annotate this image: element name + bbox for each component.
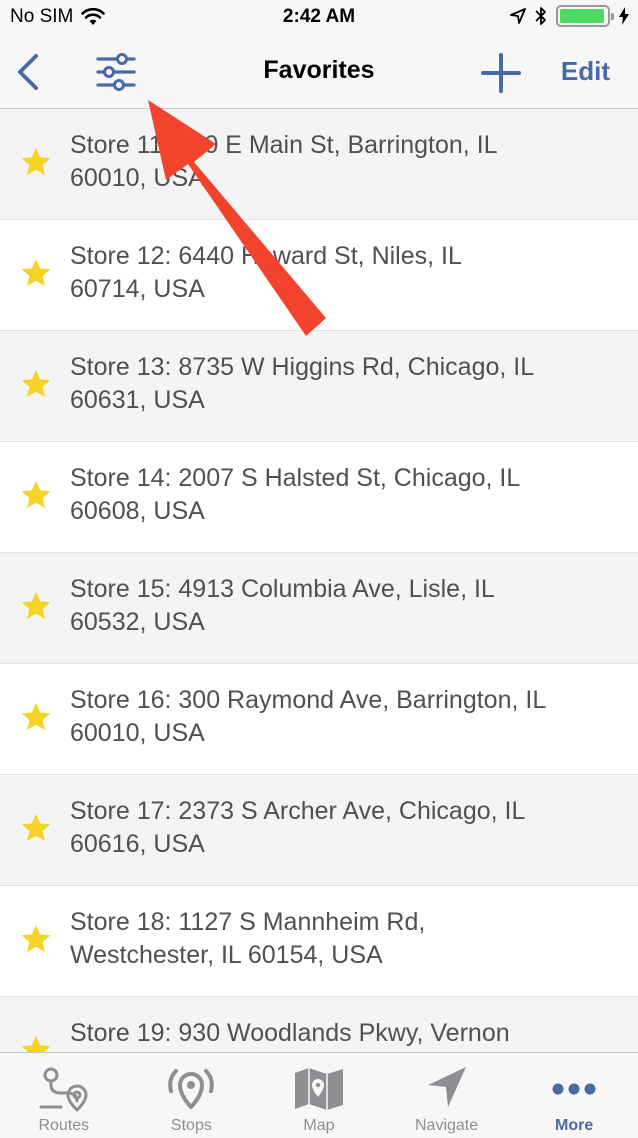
favorite-address: Store 19: 930 Woodlands Pkwy, Vernon — [70, 1019, 510, 1047]
list-item[interactable]: Store 19: 930 Woodlands Pkwy, Vernon — [0, 997, 638, 1052]
tab-map[interactable]: Map — [255, 1053, 383, 1138]
tab-label: Navigate — [415, 1117, 479, 1134]
map-icon — [294, 1068, 343, 1110]
more-dots-icon — [552, 1083, 596, 1095]
tab-label: Routes — [38, 1117, 90, 1134]
favorite-address: Store 12: 6440 Howard St, Niles, IL 60714… — [70, 242, 462, 303]
tab-more[interactable]: More — [510, 1053, 638, 1138]
favorite-address: Store 18: 1127 S Mannheim Rd, Westchester… — [70, 908, 426, 969]
favorite-address: Store 14: 2007 S Halsted St, Chicago, IL… — [70, 464, 521, 525]
star-icon — [21, 925, 51, 952]
star-icon — [21, 148, 51, 175]
favorite-address: Store 13: 8735 W Higgins Rd, Chicago, IL… — [70, 353, 535, 414]
star-icon — [21, 1036, 51, 1052]
list-item[interactable]: Store 15: 4913 Columbia Ave, Lisle, IL 60… — [0, 553, 638, 664]
tab-label: More — [555, 1117, 594, 1134]
list-item[interactable]: Store 18: 1127 S Mannheim Rd, Westchester… — [0, 886, 638, 997]
bluetooth-icon — [535, 7, 546, 25]
navigation-bar: Favorites Edit — [0, 36, 638, 109]
status-right — [510, 5, 630, 27]
favorite-address: Store 16: 300 Raymond Ave, Barrington, I… — [70, 686, 547, 747]
navigate-icon — [427, 1067, 466, 1107]
star-icon — [21, 259, 51, 286]
status-bar: No SIM 2:42 AM — [0, 0, 638, 36]
list-item[interactable]: Store 13: 8735 W Higgins Rd, Chicago, IL… — [0, 331, 638, 442]
star-icon — [21, 481, 51, 508]
location-arrow-icon — [510, 8, 526, 24]
list-item[interactable]: Store 11: 600 E Main St, Barrington, IL 6… — [0, 109, 638, 220]
star-icon — [21, 703, 51, 730]
tab-stops[interactable]: Stops — [128, 1053, 256, 1138]
routes-icon — [39, 1067, 88, 1112]
list-item[interactable]: Store 16: 300 Raymond Ave, Barrington, I… — [0, 664, 638, 775]
star-icon — [21, 814, 51, 841]
edit-button[interactable]: Edit — [561, 56, 610, 87]
tab-routes[interactable]: Routes — [0, 1053, 128, 1138]
favorite-address: Store 15: 4913 Columbia Ave, Lisle, IL 60… — [70, 575, 495, 636]
tab-label: Stops — [170, 1117, 212, 1134]
tab-label: Map — [303, 1117, 335, 1134]
star-icon — [21, 370, 51, 397]
star-icon — [21, 592, 51, 619]
stops-icon — [168, 1069, 215, 1109]
add-favorite-plus-icon[interactable] — [480, 52, 522, 94]
favorites-list[interactable]: Store 11: 600 E Main St, Barrington, IL 6… — [0, 109, 638, 1052]
page-title: Favorites — [263, 56, 375, 84]
charging-icon — [619, 7, 629, 25]
battery-icon — [556, 5, 614, 27]
tab-navigate[interactable]: Navigate — [383, 1053, 511, 1138]
favorite-address: Store 11: 600 E Main St, Barrington, IL 6… — [70, 131, 498, 192]
list-item[interactable]: Store 17: 2373 S Archer Ave, Chicago, IL… — [0, 775, 638, 886]
list-item[interactable]: Store 12: 6440 Howard St, Niles, IL 60714… — [0, 220, 638, 331]
list-item[interactable]: Store 14: 2007 S Halsted St, Chicago, IL… — [0, 442, 638, 553]
tab-bar: Routes Stops Map Navigate More — [0, 1052, 638, 1138]
battery-level — [560, 9, 604, 23]
favorite-address: Store 17: 2373 S Archer Ave, Chicago, IL… — [70, 797, 526, 858]
